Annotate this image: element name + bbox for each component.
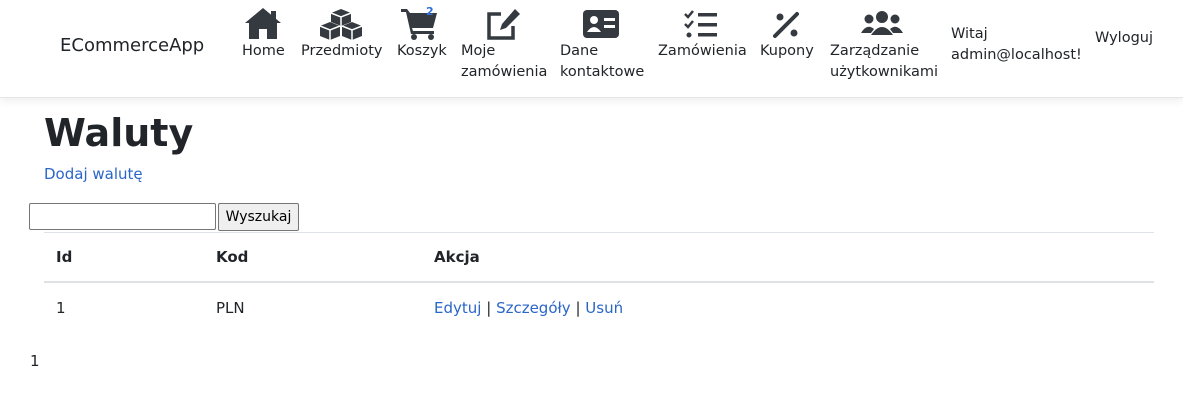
brand-logo[interactable]: ECommerceApp [60,35,204,56]
column-header-action: Akcja [434,247,480,266]
top-navbar: ECommerceApp Home Przedmioty 2 Koszyk Mo… [0,0,1183,98]
edit-icon [461,5,547,41]
user-greeting[interactable]: Witaj admin@localhost! [951,24,1082,66]
nav-item-my-orders[interactable]: Moje zamówienia [461,5,547,83]
nav-item-label: Koszyk [397,43,447,59]
add-currency-link[interactable]: Dodaj walutę [44,165,143,183]
cell-id: 1 [56,299,66,317]
table-header-row: Id Kod Akcja [44,232,1154,282]
column-header-code: Kod [216,247,249,266]
nav-item-orders[interactable]: Zamówienia [658,5,747,62]
pagination-page-1[interactable]: 1 [30,352,40,370]
nav-item-label: Przedmioty [301,43,383,59]
greeting-line: Witaj [951,26,988,42]
cart-count-badge: 2 [426,5,434,18]
nav-item-label: Zamówienia [658,43,747,59]
nav-item-label: Zarządzanie użytkownikami [830,43,939,80]
greeting-line: admin@localhost! [951,47,1082,63]
nav-item-contact[interactable]: Dane kontaktowe [560,5,644,83]
nav-item-label: Kupony [760,43,814,59]
nav-item-cart[interactable]: 2 Koszyk [397,5,447,62]
page-title: Waluty [44,111,194,155]
nav-item-label: Dane kontaktowe [560,43,645,80]
column-header-id: Id [56,247,73,266]
cell-code: PLN [216,299,245,317]
users-icon [830,5,938,41]
home-icon [242,5,285,41]
nav-item-users[interactable]: Zarządzanie użytkownikami [830,5,938,83]
delete-link[interactable]: Usuń [585,299,623,317]
table-row: 1 PLN Edytuj | Szczegóły | Usuń [44,282,1154,334]
search-button[interactable]: Wyszukaj [218,203,299,231]
cubes-icon [301,5,382,41]
separator: | [575,299,581,317]
edit-link[interactable]: Edytuj [434,299,481,317]
percent-icon [760,5,814,41]
nav-item-items[interactable]: Przedmioty [301,5,382,62]
details-link[interactable]: Szczegóły [496,299,571,317]
currency-table: Id Kod Akcja 1 PLN Edytuj | Szczegóły | … [44,232,1154,334]
cell-actions: Edytuj | Szczegóły | Usuń [422,282,1154,334]
nav-item-label: Moje zamówienia [461,43,548,80]
nav-item-home[interactable]: Home [242,5,285,62]
separator: | [486,299,492,317]
logout-link[interactable]: Wyloguj [1095,28,1153,49]
nav-item-label: Home [242,43,285,59]
checklist-icon [658,5,747,41]
contact-card-icon [560,5,644,41]
nav-item-coupons[interactable]: Kupony [760,5,814,62]
cart-icon: 2 [397,5,447,41]
search-input[interactable] [29,203,216,230]
